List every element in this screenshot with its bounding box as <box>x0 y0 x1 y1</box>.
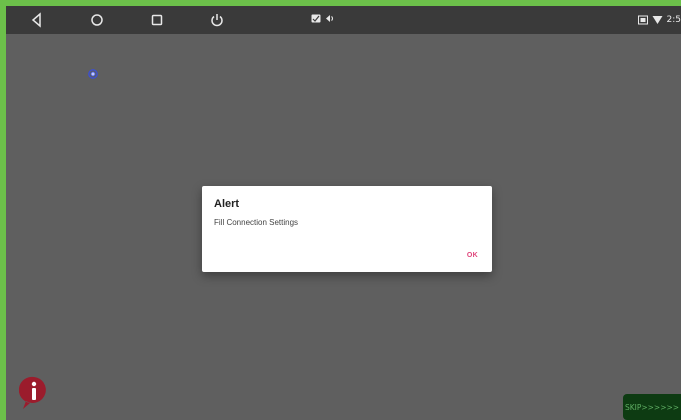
recents-icon[interactable] <box>148 11 166 29</box>
home-icon[interactable] <box>88 11 106 29</box>
touch-indicator-icon <box>88 69 98 79</box>
skip-button[interactable]: SKIP>>>>>> <box>623 394 681 420</box>
dialog-title: Alert <box>214 198 240 210</box>
ok-button[interactable]: OK <box>467 252 478 259</box>
cast-icon <box>637 15 648 25</box>
skip-label: SKIP>>>>>> <box>624 402 680 412</box>
status-icons: 2:5 <box>637 12 681 28</box>
alert-dialog: Alert Fill Connection Settings OK <box>202 186 492 272</box>
info-icon[interactable] <box>19 376 49 410</box>
clock: 2:5 <box>666 15 681 25</box>
notification-area <box>311 14 335 23</box>
power-icon[interactable] <box>208 11 226 29</box>
sync-icon <box>326 15 334 22</box>
dialog-message: Fill Connection Settings <box>214 218 299 227</box>
notification-icon <box>311 14 321 23</box>
screen: 2:5 Alert Fill Connection Settings OK SK… <box>6 6 681 420</box>
system-bar: 2:5 <box>6 6 681 34</box>
wifi-icon <box>652 16 663 24</box>
back-icon[interactable] <box>28 11 46 29</box>
